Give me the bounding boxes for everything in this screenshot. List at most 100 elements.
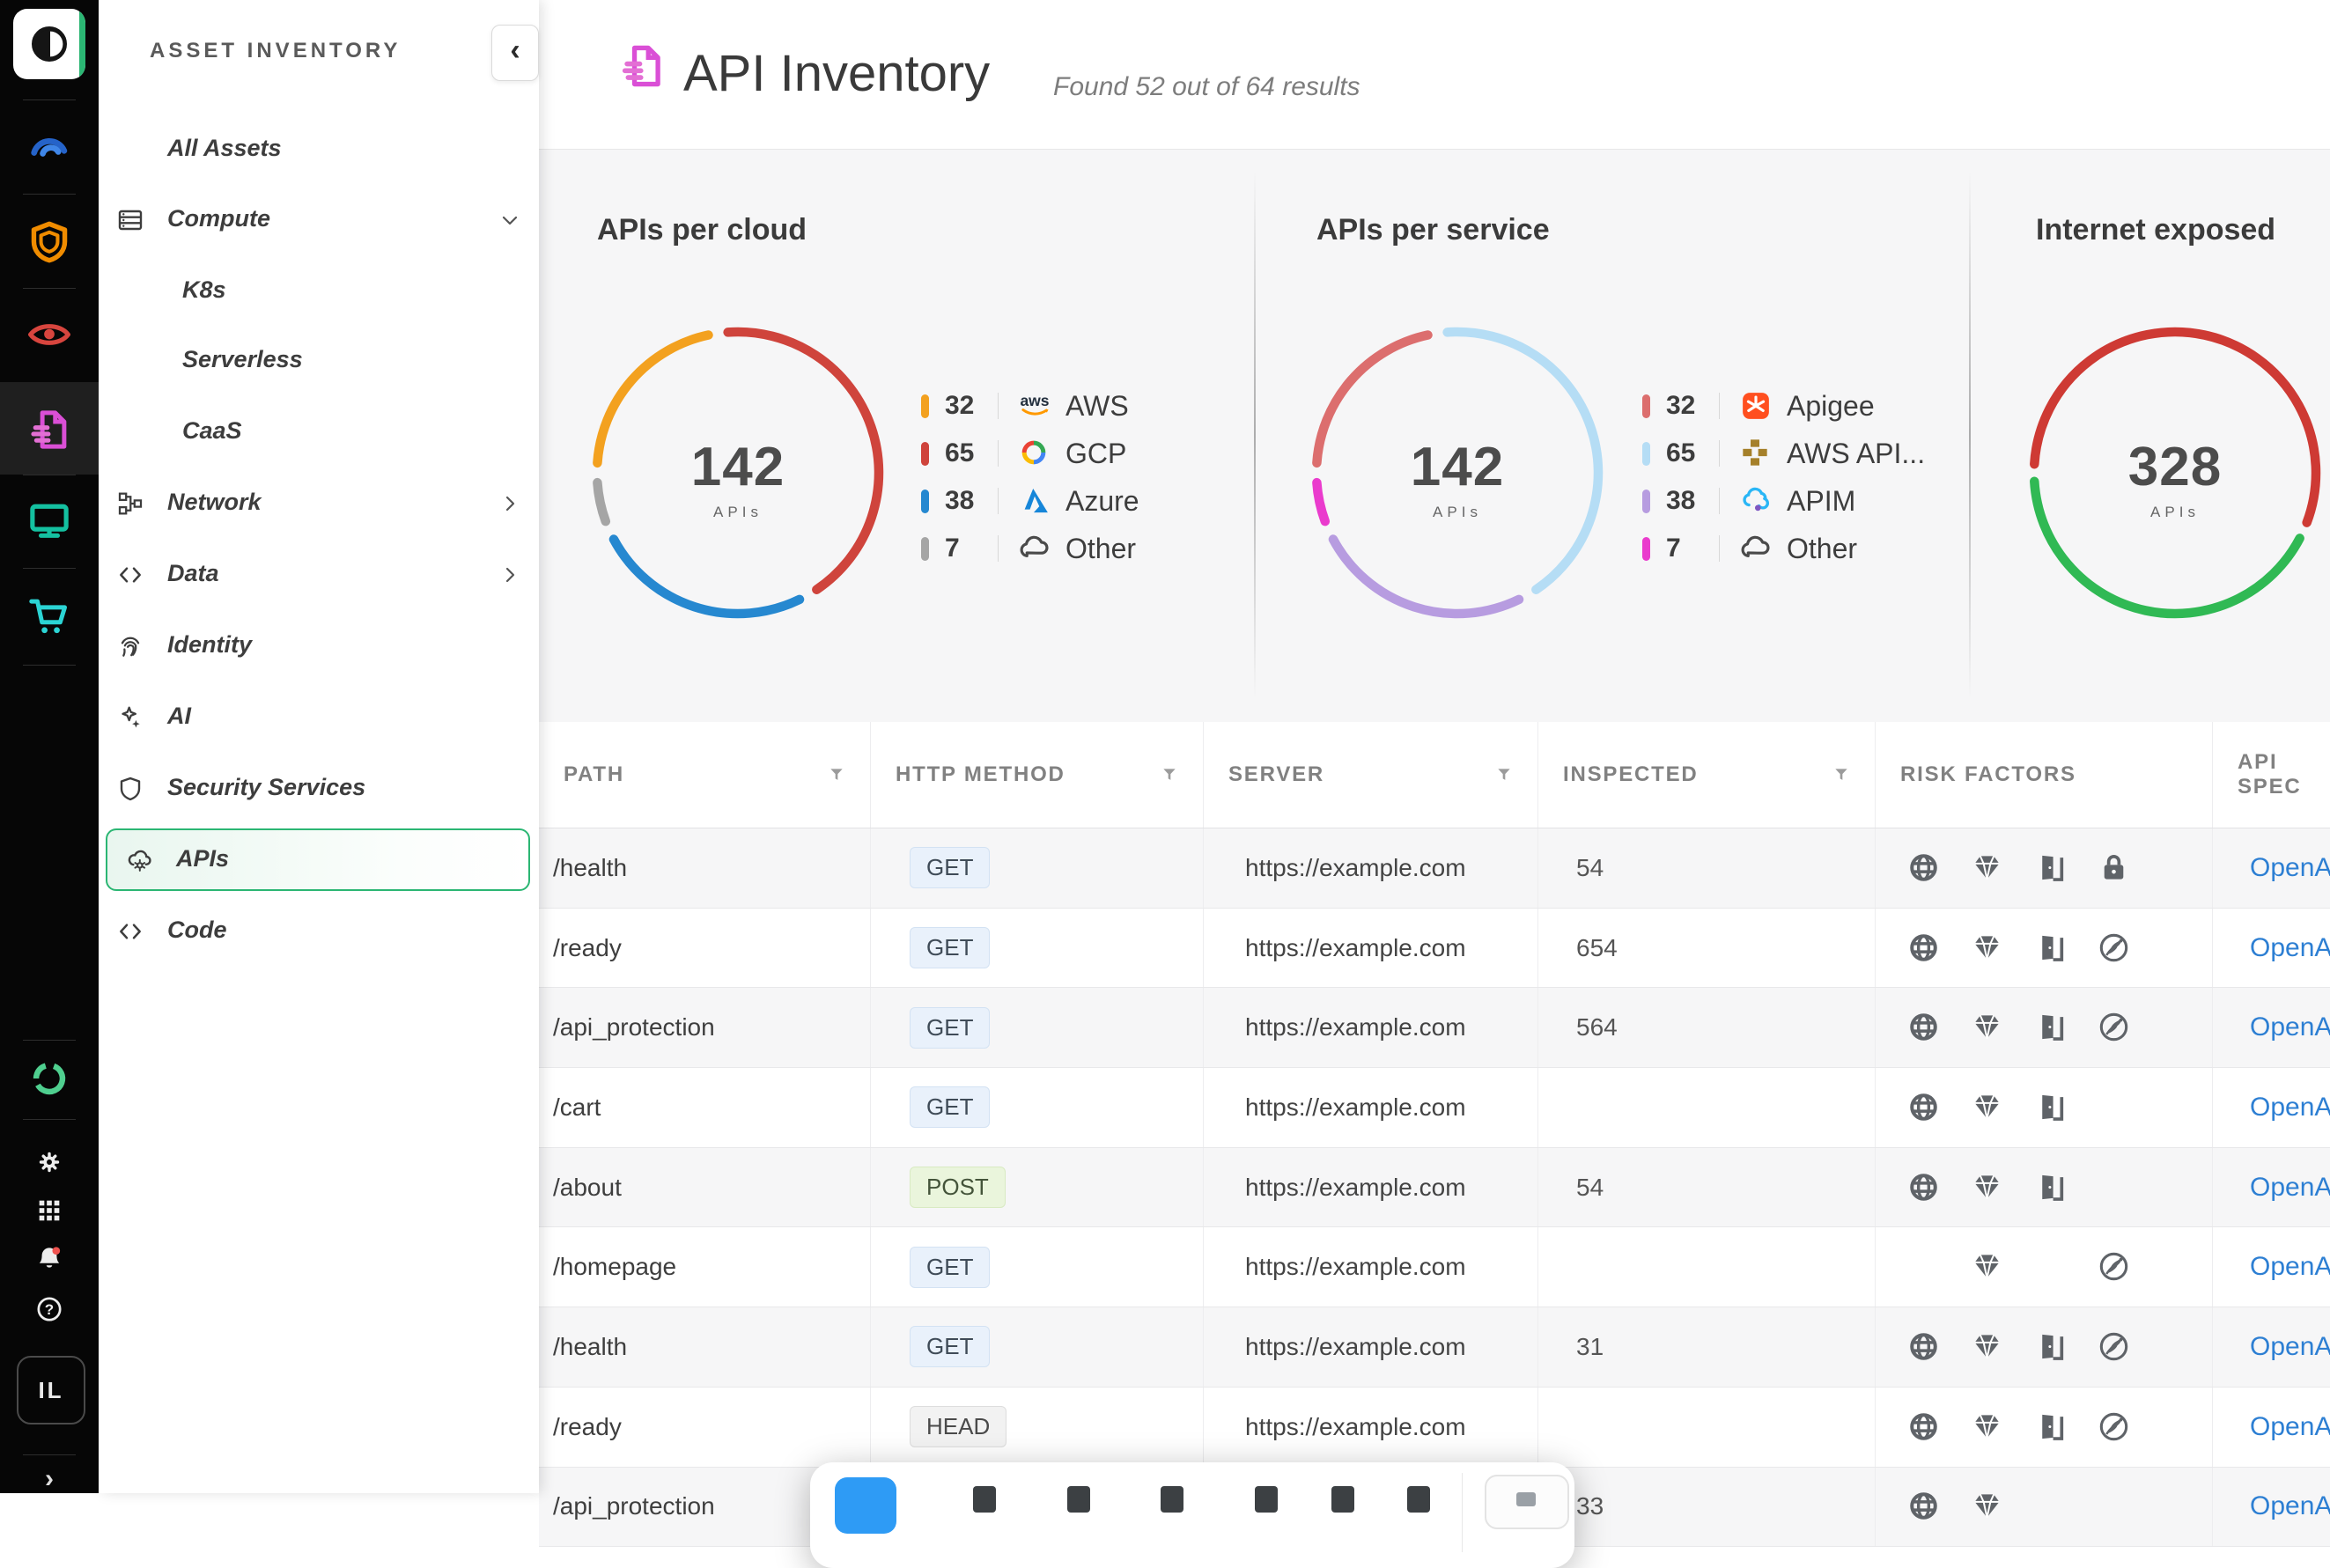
table-row[interactable]: /health GET https://example.com 54 OpenA…	[539, 828, 2330, 909]
legend-item-azure[interactable]: 38 Azure	[921, 477, 1139, 525]
shield-icon	[116, 775, 144, 803]
rail-item-shield[interactable]	[0, 218, 99, 266]
toolbar-icon-partial[interactable]	[1407, 1486, 1430, 1513]
sidebar-item-compute[interactable]: Compute	[99, 199, 539, 241]
openapi-link[interactable]: OpenAPI	[2250, 1093, 2330, 1123]
legend-swatch	[921, 490, 929, 513]
sidebar-item-caas[interactable]: CaaS	[99, 411, 539, 453]
ring-logo-icon	[29, 1058, 70, 1099]
openapi-link[interactable]: OpenAPI	[2250, 1012, 2330, 1042]
sidebar-item-code[interactable]: Code	[99, 910, 539, 953]
logo-accent-bar	[79, 9, 85, 79]
filter-icon[interactable]	[1832, 766, 1850, 784]
column-header-http-method[interactable]: HTTP METHOD	[871, 722, 1204, 828]
azure-icon	[1016, 482, 1053, 519]
rail-item-notifications[interactable]	[0, 1244, 99, 1274]
table-row[interactable]: /cart GET https://example.com OpenAPI	[539, 1068, 2330, 1148]
divider	[998, 440, 999, 467]
app-rail: IL ›	[0, 0, 99, 1493]
method-badge: GET	[910, 1007, 990, 1049]
table-row[interactable]: /homepage GET https://example.com OpenAP…	[539, 1227, 2330, 1307]
openapi-link[interactable]: OpenAPI	[2250, 1412, 2330, 1442]
openapi-link[interactable]: OpenAPI	[2250, 853, 2330, 883]
column-header-path[interactable]: PATH	[539, 722, 871, 828]
sidebar-item-k8s[interactable]: K8s	[99, 270, 539, 313]
brand-logo[interactable]	[13, 9, 85, 79]
sidebar-item-ai[interactable]: AI	[99, 696, 539, 739]
openapi-link[interactable]: OpenAPI	[2250, 1332, 2330, 1362]
cloud-icon	[1016, 530, 1053, 567]
rail-item-apps[interactable]	[0, 1196, 99, 1226]
toolbar-icon-partial[interactable]	[1255, 1486, 1278, 1513]
legend-item-other[interactable]: 7 Other	[921, 525, 1139, 572]
chevron-right-icon[interactable]	[499, 493, 520, 514]
legend-swatch	[921, 537, 929, 561]
sidebar-item-security-services[interactable]: Security Services	[99, 768, 539, 810]
sidebar-item-data[interactable]: Data	[99, 554, 539, 596]
column-header-inspected[interactable]: INSPECTED	[1538, 722, 1876, 828]
filter-icon[interactable]	[828, 766, 845, 784]
openapi-link[interactable]: OpenAPI	[2250, 1491, 2330, 1521]
primary-action-button[interactable]	[835, 1477, 896, 1534]
sidebar-item-network[interactable]: Network	[99, 482, 539, 525]
profile-button[interactable]: IL	[17, 1356, 85, 1424]
chevron-right-icon[interactable]	[499, 564, 520, 585]
table-row[interactable]: /about POST https://example.com 54 OpenA…	[539, 1148, 2330, 1228]
diamond-risk-icon	[1971, 1011, 2034, 1044]
globe-risk-icon	[1907, 931, 1971, 965]
diamond-risk-icon	[1971, 1410, 2034, 1444]
toolbar-icon-partial[interactable]	[1161, 1486, 1183, 1513]
column-header-risk-factors[interactable]: RISK FACTORS	[1876, 722, 2213, 828]
divider	[1719, 535, 1720, 562]
toolbar-icon-partial[interactable]	[1331, 1486, 1354, 1513]
divider	[1462, 1473, 1463, 1552]
legend-item-apigee[interactable]: 32 Apigee	[1642, 382, 1925, 430]
rail-item-signal[interactable]	[0, 121, 99, 169]
table-row[interactable]: /ready GET https://example.com 654 OpenA…	[539, 909, 2330, 989]
secondary-button[interactable]	[1485, 1475, 1569, 1529]
rail-item-monitor[interactable]	[0, 497, 99, 544]
legend-item-gcp[interactable]: 65 GCP	[921, 430, 1139, 477]
rail-item-cart[interactable]	[0, 593, 99, 640]
rail-item-settings[interactable]	[0, 1147, 99, 1177]
rail-item-help[interactable]	[0, 1294, 99, 1324]
monitor-icon	[26, 497, 73, 544]
expand-chevron-icon: ›	[45, 1464, 54, 1494]
sidebar-item-all-assets[interactable]: All Assets	[99, 129, 539, 171]
rail-item-api-inventory[interactable]	[0, 406, 99, 453]
openapi-link[interactable]: OpenAPI	[2250, 1173, 2330, 1203]
filter-icon[interactable]	[1495, 766, 1513, 784]
table-row[interactable]: /health GET https://example.com 31 OpenA…	[539, 1307, 2330, 1388]
openapi-link[interactable]: OpenAPI	[2250, 1252, 2330, 1282]
sidebar-item-apis[interactable]: APIs	[106, 828, 530, 891]
rail-item-ring-logo[interactable]	[0, 1058, 99, 1099]
legend-item-apim[interactable]: 38 APIM	[1642, 477, 1925, 525]
openapi-link[interactable]: OpenAPI	[2250, 933, 2330, 963]
api-table: PATH HTTP METHOD SERVER INSPECTED RISK F…	[539, 722, 2330, 1547]
chevron-down-icon[interactable]	[499, 210, 520, 231]
table-row[interactable]: /api_protection GET https://example.com …	[539, 988, 2330, 1068]
diamond-risk-icon	[1971, 1250, 2034, 1284]
legend-item-other[interactable]: 7 Other	[1642, 525, 1925, 572]
column-header-server[interactable]: SERVER	[1204, 722, 1538, 828]
sidebar-title: ASSET INVENTORY	[150, 39, 401, 63]
sidebar-item-identity[interactable]: Identity	[99, 625, 539, 667]
table-row[interactable]: /ready HEAD https://example.com OpenAPI	[539, 1388, 2330, 1468]
toolbar-icon-partial[interactable]	[1067, 1486, 1090, 1513]
door-risk-icon	[2034, 1171, 2098, 1204]
rail-item-eye[interactable]	[0, 311, 99, 358]
sidebar-item-serverless[interactable]: Serverless	[99, 340, 539, 382]
method-badge: HEAD	[910, 1406, 1006, 1447]
legend-item-aws[interactable]: 32 AWS	[921, 382, 1139, 430]
filter-icon[interactable]	[1161, 766, 1178, 784]
divider	[998, 488, 999, 514]
charts-band: APIs per cloud 142 APIs 32 AWS 65 GCP	[539, 150, 2330, 722]
sidebar-collapse-button[interactable]: ‹	[491, 25, 539, 81]
toolbar-icon-partial[interactable]	[973, 1486, 996, 1513]
rail-expand-button[interactable]: ›	[0, 1465, 99, 1493]
legend-swatch	[921, 394, 929, 418]
legend-item-aws-api-gateway[interactable]: 65 AWS API...	[1642, 430, 1925, 477]
gcp-icon	[1016, 435, 1053, 472]
api-doc-icon	[26, 406, 73, 453]
column-header-api-spec[interactable]: API SPEC	[2213, 722, 2330, 828]
